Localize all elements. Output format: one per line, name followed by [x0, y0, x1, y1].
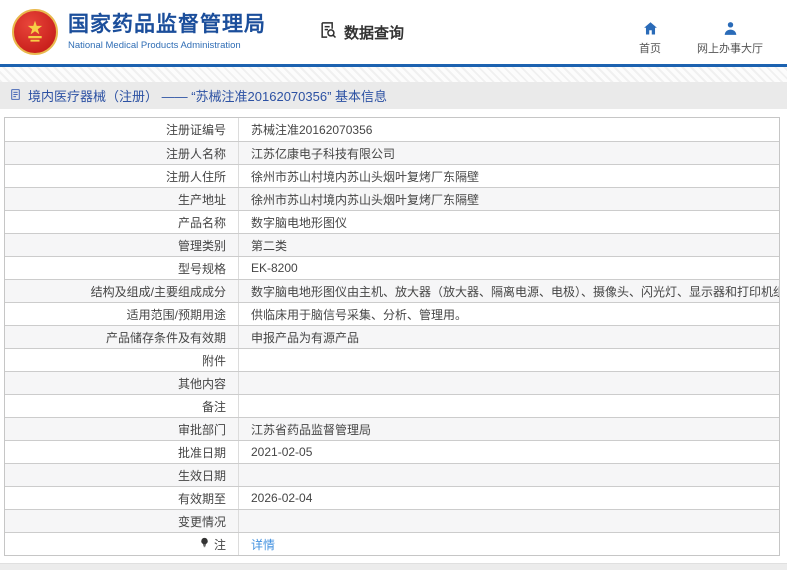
row-label: 备注 — [201, 399, 226, 414]
table-row: 生效日期 — [5, 463, 779, 486]
row-value: 2021-02-05 — [238, 441, 779, 463]
table-row: 型号规格 EK-8200 — [5, 256, 779, 279]
table-row: 有效期至 2026-02-04 — [5, 486, 779, 509]
table-row: 批准日期 2021-02-05 — [5, 440, 779, 463]
nav-item-service-hall-label: 网上办事大厅 — [697, 43, 763, 55]
footer-strip — [0, 563, 787, 570]
row-value: 申报产品为有源产品 — [238, 326, 779, 348]
row-value: 苏械注准20162070356 — [238, 118, 779, 141]
row-label: 附件 — [201, 353, 226, 368]
row-value — [238, 510, 779, 532]
table-row: 注册证编号 苏械注准20162070356 — [5, 118, 779, 141]
note-value-cell: 详情 — [238, 533, 779, 555]
table-row: 生产地址 徐州市苏山村境内苏山头烟叶复烤厂东隔壁 — [5, 187, 779, 210]
row-value: 供临床用于脑信号采集、分析、管理用。 — [238, 303, 779, 325]
header-hatch-strip — [0, 67, 787, 82]
row-value: EK-8200 — [238, 257, 779, 279]
row-value: 第二类 — [238, 234, 779, 256]
breadcrumb: 境内医疗器械（注册） —— “苏械注准20162070356” 基本信息 — [0, 82, 787, 109]
row-label: 有效期至 — [177, 491, 226, 506]
table-row-note: 注 详情 — [5, 532, 779, 555]
nav-item-home-label: 首页 — [639, 43, 661, 55]
table-row: 管理类别 第二类 — [5, 233, 779, 256]
org-title-zh: 国家药品监督管理局 — [68, 13, 266, 37]
table-row: 结构及组成/主要组成成分 数字脑电地形图仪由主机、放大器（放大器、隔离电源、电极… — [5, 279, 779, 302]
row-label: 变更情况 — [177, 514, 226, 529]
nav-item-service-hall[interactable]: 网上办事大厅 — [697, 20, 763, 56]
person-icon — [722, 20, 739, 37]
row-value: 江苏亿康电子科技有限公司 — [238, 142, 779, 164]
row-label: 注册证编号 — [165, 123, 226, 137]
table-row: 变更情况 — [5, 509, 779, 532]
bulb-icon — [199, 537, 210, 551]
data-query-label: 数据查询 — [344, 24, 405, 42]
page-title: 境内医疗器械（注册） —— “苏械注准20162070356” 基本信息 — [28, 89, 388, 104]
table-row: 审批部门 江苏省药品监督管理局 — [5, 417, 779, 440]
table-row: 备注 — [5, 394, 779, 417]
row-value — [238, 464, 779, 486]
data-query-menu[interactable]: 数据查询 — [318, 20, 404, 44]
row-label: 注册人住所 — [165, 169, 226, 184]
table-row: 附件 — [5, 348, 779, 371]
row-label: 结构及组成/主要组成成分 — [90, 284, 226, 299]
row-label: 批准日期 — [177, 445, 226, 460]
row-value: 数字脑电地形图仪 — [238, 211, 779, 233]
table-row: 其他内容 — [5, 371, 779, 394]
nav-item-home[interactable]: 首页 — [635, 20, 665, 56]
row-label: 适用范围/预期用途 — [126, 307, 226, 322]
org-title-en: National Medical Products Administration — [68, 39, 241, 51]
header-nav: 首页 网上办事大厅 — [635, 8, 763, 56]
row-label: 管理类别 — [177, 238, 226, 253]
document-search-icon — [318, 20, 338, 44]
document-icon — [9, 88, 22, 104]
national-emblem-icon — [12, 9, 58, 55]
row-label: 生效日期 — [177, 468, 226, 483]
note-details-link[interactable]: 详情 — [251, 536, 275, 553]
row-value — [238, 395, 779, 417]
site-brand: 国家药品监督管理局 National Medical Products Admi… — [12, 9, 266, 55]
row-label: 审批部门 — [177, 422, 226, 437]
table-row: 注册人住所 徐州市苏山村境内苏山头烟叶复烤厂东隔壁 — [5, 164, 779, 187]
table-row: 产品储存条件及有效期 申报产品为有源产品 — [5, 325, 779, 348]
table-row: 注册人名称 江苏亿康电子科技有限公司 — [5, 141, 779, 164]
row-label: 产品名称 — [177, 215, 226, 230]
registration-info-table: 注册证编号 苏械注准20162070356 注册人名称 江苏亿康电子科技有限公司… — [4, 117, 780, 556]
row-label: 型号规格 — [177, 261, 226, 276]
row-label: 注册人名称 — [165, 146, 226, 161]
row-label: 产品储存条件及有效期 — [105, 330, 226, 345]
table-row: 产品名称 数字脑电地形图仪 — [5, 210, 779, 233]
row-value — [238, 349, 779, 371]
row-label: 生产地址 — [177, 192, 226, 207]
table-row: 适用范围/预期用途 供临床用于脑信号采集、分析、管理用。 — [5, 302, 779, 325]
row-value: 江苏省药品监督管理局 — [238, 418, 779, 440]
info-table-rows: 注册证编号 苏械注准20162070356 注册人名称 江苏亿康电子科技有限公司… — [5, 118, 779, 532]
note-label: 注 — [213, 537, 226, 552]
note-label-cell: 注 — [5, 533, 238, 555]
home-icon — [642, 20, 659, 37]
row-value: 徐州市苏山村境内苏山头烟叶复烤厂东隔壁 — [238, 188, 779, 210]
row-value — [238, 372, 779, 394]
row-value: 数字脑电地形图仪由主机、放大器（放大器、隔离电源、电极）、摄像头、闪光灯、显示器… — [238, 280, 779, 302]
page-header: 国家药品监督管理局 National Medical Products Admi… — [0, 0, 787, 67]
row-value: 徐州市苏山村境内苏山头烟叶复烤厂东隔壁 — [238, 165, 779, 187]
row-label: 其他内容 — [177, 376, 226, 391]
row-value: 2026-02-04 — [238, 487, 779, 509]
